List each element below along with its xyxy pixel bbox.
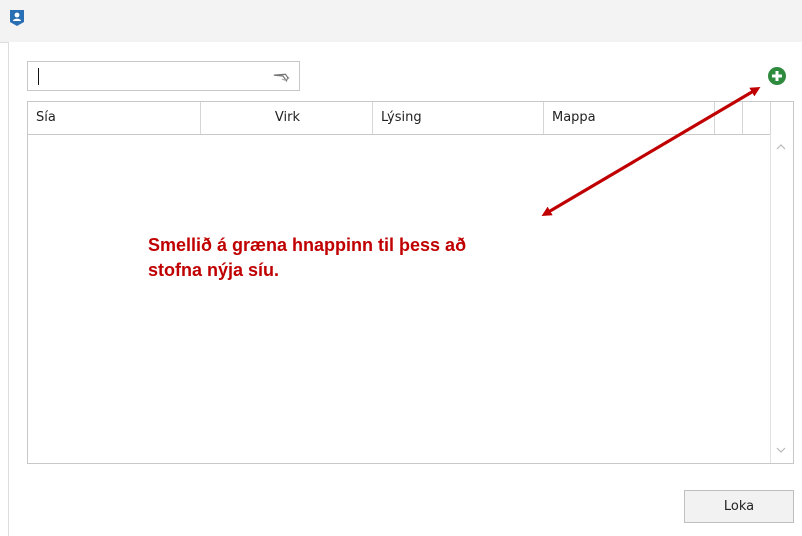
column-header-mappa[interactable]: Mappa [544,102,715,134]
table-header: Sía Virk Lýsing Mappa [28,102,793,135]
vertical-scrollbar[interactable] [770,134,793,463]
column-header-extra-2[interactable] [743,102,771,134]
chevron-down-icon[interactable] [776,445,786,455]
text-caret [38,68,39,85]
column-header-sia[interactable]: Sía [28,102,201,134]
column-label: Virk [274,110,300,125]
filter-funnel-icon[interactable] [273,67,293,85]
plus-circle-icon[interactable] [767,66,787,86]
user-badge-icon [10,10,24,26]
title-bar [0,0,802,43]
column-label [715,110,731,125]
search-input[interactable] [28,62,268,90]
annotation-line-1: Smellið á græna hnappinn til þess að [148,235,467,255]
chevron-up-icon[interactable] [776,142,786,152]
column-label: Lýsing [381,110,422,125]
column-header-lysing[interactable]: Lýsing [373,102,544,134]
column-label [743,110,759,125]
search-box[interactable] [27,61,300,91]
close-button[interactable]: Loka [684,490,794,523]
column-header-extra-1[interactable] [715,102,743,134]
instruction-annotation: Smellið á græna hnappinn til þess að sto… [148,233,548,283]
column-label: Sía [36,110,56,125]
column-label: Mappa [552,110,596,125]
column-header-virk[interactable]: Virk [201,102,373,134]
annotation-line-2: stofna nýja síu. [148,260,280,280]
